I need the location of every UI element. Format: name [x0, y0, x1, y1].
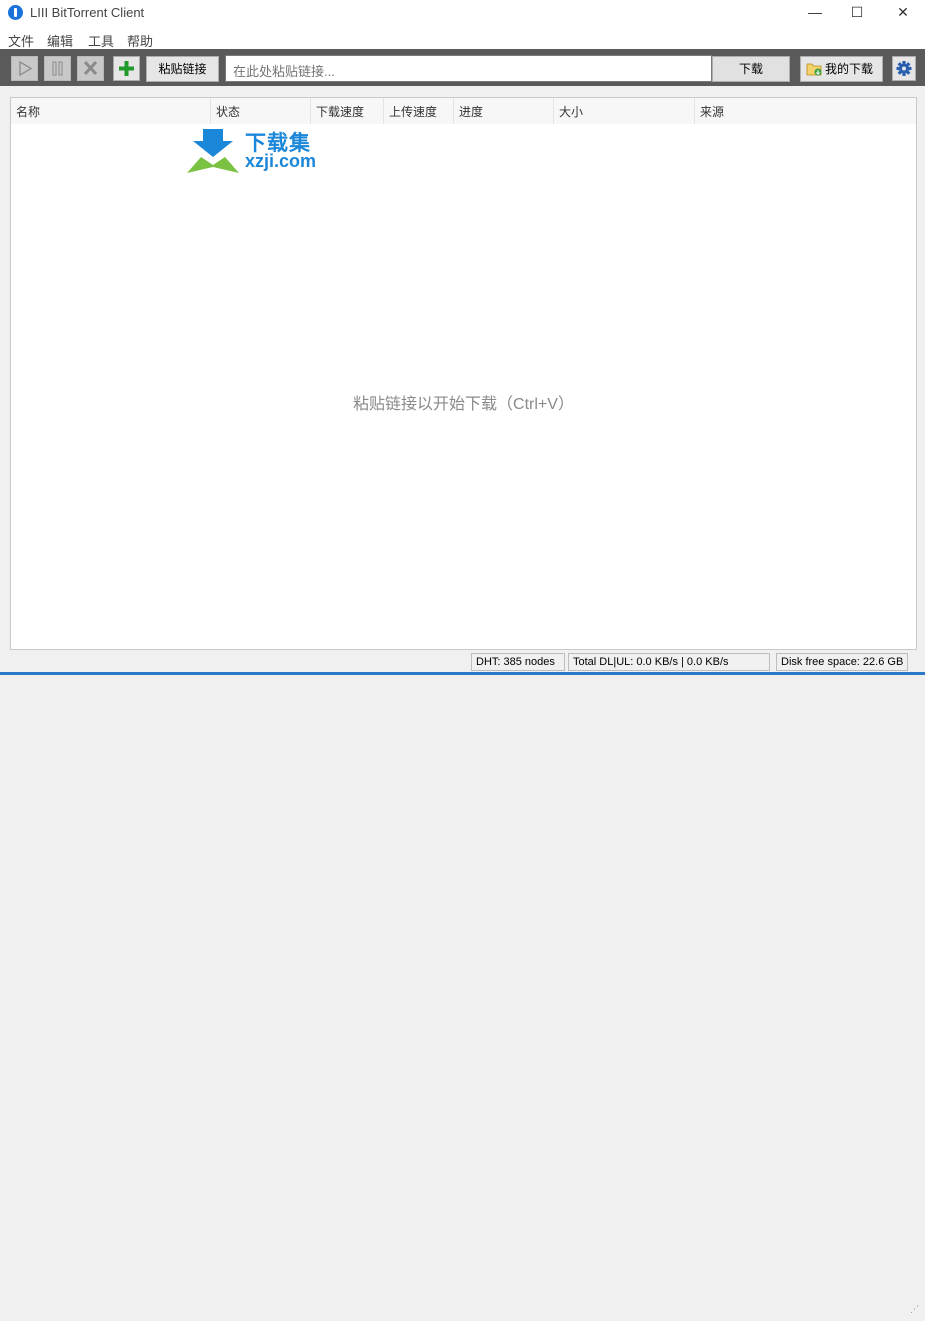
toolbar: 粘贴链接 下载 我的下载	[0, 49, 925, 86]
pause-button[interactable]	[44, 56, 71, 81]
menu-edit[interactable]: 编辑	[47, 31, 73, 50]
column-upload-speed[interactable]: 上传速度	[384, 98, 454, 124]
link-input[interactable]	[225, 55, 712, 82]
column-size[interactable]: 大小	[554, 98, 695, 124]
pause-icon	[52, 61, 63, 76]
column-name[interactable]: 名称	[11, 98, 211, 124]
add-button[interactable]	[113, 56, 140, 81]
watermark-logo: 下载集 xzji.com	[187, 127, 327, 173]
folder-download-icon	[806, 63, 822, 76]
start-button[interactable]	[11, 56, 38, 81]
app-icon	[8, 5, 23, 20]
disk-space-status: Disk free space: 22.6 GB	[776, 653, 908, 671]
column-status[interactable]: 状态	[211, 98, 311, 124]
maximize-button[interactable]: ☐	[834, 0, 880, 27]
my-downloads-button[interactable]: 我的下载	[800, 56, 883, 82]
plus-icon	[119, 61, 134, 76]
my-downloads-label: 我的下载	[825, 62, 874, 76]
watermark-domain: xzji.com	[245, 151, 317, 171]
column-source[interactable]: 来源	[695, 98, 916, 124]
play-icon	[19, 60, 33, 77]
menu-file[interactable]: 文件	[8, 31, 34, 50]
settings-button[interactable]	[892, 56, 916, 81]
empty-list-message: 粘贴链接以开始下载（Ctrl+V）	[353, 396, 574, 413]
menu-bar: 文件 编辑 工具 帮助	[0, 27, 925, 49]
list-header: 名称 状态 下载速度 上传速度 进度 大小 来源	[11, 98, 916, 124]
menu-help[interactable]: 帮助	[127, 31, 153, 50]
transfer-rate-status: Total DL|UL: 0.0 KB/s | 0.0 KB/s	[568, 653, 770, 671]
menu-tools[interactable]: 工具	[88, 31, 114, 50]
minimize-button[interactable]: —	[792, 0, 838, 27]
gear-icon	[896, 61, 912, 76]
resize-grip[interactable]: ⋰	[910, 1305, 922, 1321]
download-list[interactable]: 名称 状态 下载速度 上传速度 进度 大小 来源 粘贴链接以开始下载（Ctrl+…	[10, 97, 917, 650]
paste-link-button[interactable]: 粘贴链接	[146, 56, 219, 82]
column-progress[interactable]: 进度	[454, 98, 554, 124]
download-button[interactable]: 下载	[712, 56, 790, 82]
title-bar: LIII BitTorrent Client — ☐ ✕	[0, 0, 925, 27]
watermark-arrow-icon	[187, 129, 239, 173]
remove-icon	[83, 60, 98, 76]
remove-button[interactable]	[77, 56, 104, 81]
close-button[interactable]: ✕	[880, 0, 925, 27]
dht-status: DHT: 385 nodes	[471, 653, 565, 671]
window-title: LIII BitTorrent Client	[30, 5, 145, 20]
column-download-speed[interactable]: 下载速度	[311, 98, 384, 124]
